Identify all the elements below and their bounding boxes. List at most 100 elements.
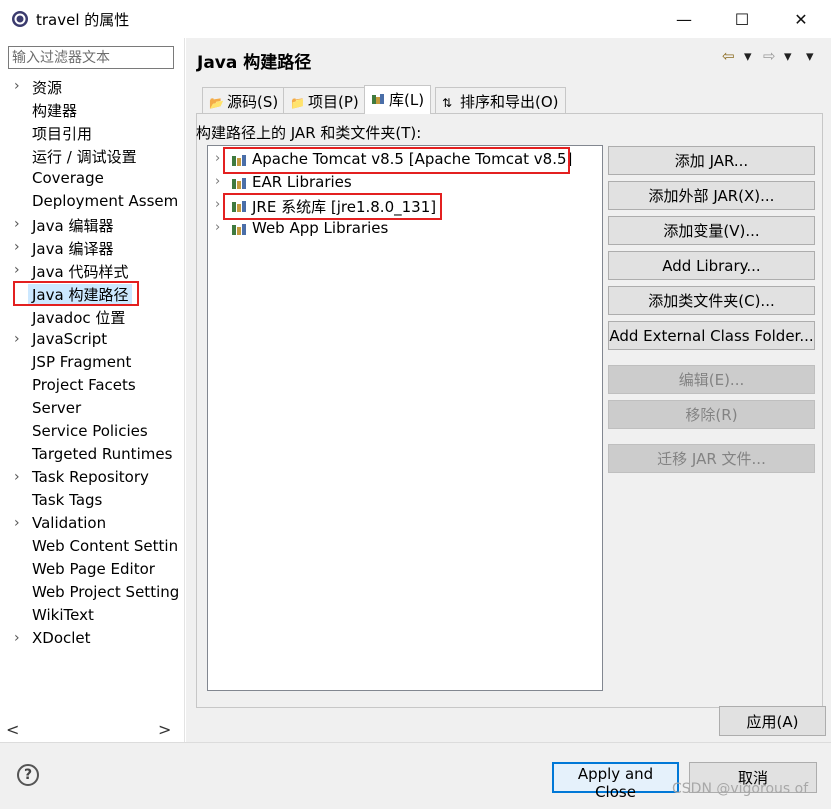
nav-item[interactable]: 运行 / 调试设置 <box>0 145 184 168</box>
nav-item-label: Service Policies <box>32 422 148 440</box>
add-library-button[interactable]: Add Library... <box>608 251 815 280</box>
chevron-right-icon[interactable]: › <box>14 262 20 278</box>
nav-item-label: Task Repository <box>32 468 149 486</box>
library-tree-item[interactable]: › EAR Libraries <box>208 172 602 195</box>
chevron-right-icon[interactable]: › <box>14 239 20 255</box>
nav-item[interactable]: Server <box>0 398 184 421</box>
property-nav-panel: › 资源构建器项目引用运行 / 调试设置 Coverage Deployment As… <box>0 38 185 742</box>
chevron-right-icon[interactable]: › <box>14 216 20 232</box>
tab-label: 排序和导出(O) <box>460 93 559 111</box>
nav-item-label: Validation <box>32 514 107 532</box>
nav-item-label: Web Content Settin <box>32 537 179 555</box>
nav-item-label: Coverage <box>32 169 104 187</box>
edit-button[interactable]: 编辑(E)... <box>608 365 815 394</box>
add-external-class-folder-button[interactable]: Add External Class Folder... <box>608 321 815 350</box>
chevron-right-icon[interactable]: › <box>215 197 220 212</box>
back-dropdown-icon[interactable]: ▾ <box>744 47 752 65</box>
tab-order-export[interactable]: ⇅ 排序和导出(O) <box>435 87 566 113</box>
add-jar-button[interactable]: 添加 JAR... <box>608 146 815 175</box>
nav-item[interactable]: › Task Repository <box>0 467 184 490</box>
library-label: Web App Libraries <box>252 219 389 237</box>
back-arrow-icon[interactable]: ⇦ <box>722 47 735 65</box>
chevron-right-icon[interactable]: › <box>215 174 220 189</box>
nav-item-label: Deployment Assem <box>32 192 179 210</box>
tab-projects[interactable]: 📁 项目(P) <box>283 87 366 113</box>
library-label: Apache Tomcat v8.5 [Apache Tomcat v8.5] <box>252 150 573 168</box>
library-tree-item[interactable]: › JRE 系统库 [jre1.8.0_131] <box>208 193 602 220</box>
library-label: EAR Libraries <box>252 173 352 191</box>
help-icon[interactable]: ? <box>17 764 39 786</box>
nav-item-label: Java 编译器 <box>32 240 114 258</box>
forward-dropdown-icon[interactable]: ▾ <box>784 47 792 65</box>
minimize-button[interactable]: — <box>655 0 713 38</box>
nav-item-label: Project Facets <box>32 376 136 394</box>
add-variable-button[interactable]: 添加变量(V)... <box>608 216 815 245</box>
horizontal-scrollbar[interactable]: < > <box>0 720 184 740</box>
nav-item[interactable]: Java 构建路径 <box>0 281 184 306</box>
nav-item[interactable]: › Validation <box>0 513 184 536</box>
add-class-folder-button[interactable]: 添加类文件夹(C)... <box>608 286 815 315</box>
apply-and-close-button[interactable]: Apply and Close <box>552 762 679 801</box>
nav-item-label: 资源 <box>32 79 63 97</box>
nav-item[interactable]: Project Facets <box>0 375 184 398</box>
chevron-right-icon[interactable]: › <box>215 220 220 235</box>
chevron-right-icon[interactable]: › <box>14 78 20 94</box>
nav-item[interactable]: Targeted Runtimes <box>0 444 184 467</box>
filter-input[interactable] <box>8 46 174 69</box>
close-button[interactable]: ✕ <box>772 0 830 38</box>
nav-item[interactable]: › JavaScript <box>0 329 184 352</box>
nav-item[interactable]: › 资源 <box>0 76 184 99</box>
nav-item[interactable]: Task Tags <box>0 490 184 513</box>
chevron-right-icon[interactable]: › <box>14 630 20 646</box>
nav-item[interactable]: Web Page Editor <box>0 559 184 582</box>
order-export-icon: ⇅ <box>442 96 453 110</box>
tab-source[interactable]: 📂 源码(S) <box>202 87 286 113</box>
forward-arrow-icon[interactable]: ⇨ <box>763 47 776 65</box>
nav-item-label: Targeted Runtimes <box>32 445 173 463</box>
library-icon <box>232 155 246 166</box>
add-external-jar-button[interactable]: 添加外部 JAR(X)... <box>608 181 815 210</box>
scroll-left-icon[interactable]: < <box>6 720 19 739</box>
title-bar: travel 的属性 — ☐ ✕ <box>0 0 831 38</box>
library-tree-item[interactable]: › Web App Libraries <box>208 218 602 241</box>
nav-item[interactable]: › Java 代码样式 <box>0 260 184 283</box>
maximize-button[interactable]: ☐ <box>713 0 771 38</box>
library-icon <box>232 201 246 212</box>
chevron-right-icon[interactable]: › <box>215 151 220 166</box>
watermark: CSDN @vigorous of <box>672 781 809 797</box>
library-tree-item[interactable]: › Apache Tomcat v8.5 [Apache Tomcat v8.5] <box>208 147 602 174</box>
view-menu-icon[interactable]: ▾ <box>806 47 814 65</box>
apply-button[interactable]: 应用(A) <box>719 706 826 736</box>
chevron-right-icon[interactable]: › <box>14 515 20 531</box>
remove-button[interactable]: 移除(R) <box>608 400 815 429</box>
nav-item[interactable]: › Java 编辑器 <box>0 214 184 237</box>
nav-item-label: 运行 / 调试设置 <box>32 148 137 166</box>
dialog-footer: ? Apply and Close 取消 CSDN @vigorous of <box>0 742 831 809</box>
library-icon <box>232 178 246 189</box>
tab-libraries[interactable]: 库(L) <box>364 85 432 114</box>
nav-item[interactable]: JSP Fragment <box>0 352 184 375</box>
nav-item-label: 构建器 <box>32 102 78 120</box>
nav-item[interactable]: Web Project Setting <box>0 582 184 605</box>
chevron-right-icon[interactable]: › <box>14 469 20 485</box>
library-tree[interactable]: › Apache Tomcat v8.5 [Apache Tomcat v8.5]… <box>207 145 603 691</box>
panel-header: Java 构建路径 ⇦ ▾ ⇨ ▾ ▾ <box>186 38 831 76</box>
nav-item[interactable]: Javadoc 位置 <box>0 306 184 329</box>
nav-item[interactable]: WikiText <box>0 605 184 628</box>
nav-item-label: JavaScript <box>32 330 108 348</box>
nav-item[interactable]: Deployment Assem <box>0 191 184 214</box>
nav-item[interactable]: › XDoclet <box>0 628 184 651</box>
scroll-right-icon[interactable]: > <box>158 720 171 739</box>
nav-item[interactable]: › Java 编译器 <box>0 237 184 260</box>
library-label: JRE 系统库 [jre1.8.0_131] <box>252 198 437 216</box>
migrate-jar-button[interactable]: 迁移 JAR 文件... <box>608 444 815 473</box>
window-title: travel 的属性 <box>36 11 130 29</box>
page-title: Java 构建路径 <box>197 53 312 73</box>
nav-item[interactable]: 项目引用 <box>0 122 184 145</box>
chevron-right-icon[interactable]: › <box>14 331 20 347</box>
nav-item[interactable]: 构建器 <box>0 99 184 122</box>
tab-label: 库(L) <box>389 91 425 109</box>
nav-item[interactable]: Web Content Settin <box>0 536 184 559</box>
nav-item[interactable]: Service Policies <box>0 421 184 444</box>
nav-item[interactable]: Coverage <box>0 168 184 191</box>
